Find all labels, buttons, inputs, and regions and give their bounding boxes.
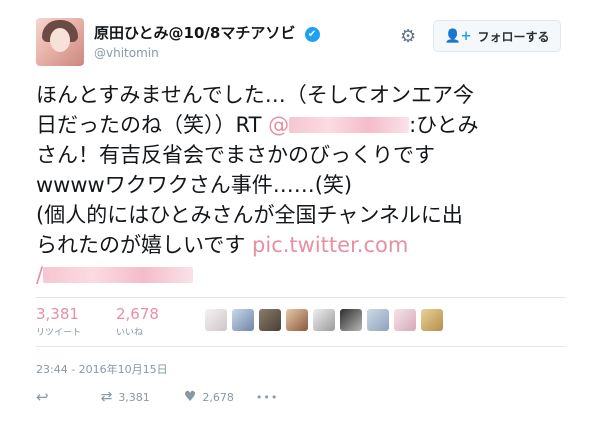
like-count: 2,678 xyxy=(116,305,159,323)
follow-button[interactable]: 👤+ フォローする xyxy=(433,20,561,52)
liker-avatar[interactable] xyxy=(340,309,362,331)
tweet-line-4: wwwwワクワクさん事件……(笑) xyxy=(36,173,353,197)
like-icon[interactable]: ♥ xyxy=(184,389,197,405)
avatar-face xyxy=(50,28,70,52)
tweet-line-5: (個人的にはひとみさんが全国チャンネルに出 xyxy=(36,203,463,227)
user-handle[interactable]: @vhitomin xyxy=(94,46,159,60)
mention-prefix: @ xyxy=(268,113,290,137)
pic-link-slash: / xyxy=(36,263,44,287)
liker-avatar[interactable] xyxy=(205,309,227,331)
pic-link-path[interactable]: / xyxy=(36,263,194,287)
like-label: いいね xyxy=(116,328,144,338)
divider-top xyxy=(36,297,566,298)
retweet-stat[interactable]: 3,381 リツイート xyxy=(36,305,81,338)
user-name-line[interactable]: 原田ひとみ@10/8マチアソビ ✔ xyxy=(94,22,320,43)
tweet-line-2a: 日だったのね（笑））RT xyxy=(36,113,269,137)
verified-icon: ✔ xyxy=(304,27,320,42)
liker-avatar[interactable] xyxy=(286,309,308,331)
action-bar: ↩ ⇄ 3,381 ♥ 2,678 ••• xyxy=(36,388,278,406)
display-name[interactable]: 原田ひとみ@10/8マチアソビ xyxy=(94,24,295,42)
mention-link[interactable]: @ xyxy=(268,113,410,137)
liker-avatar[interactable] xyxy=(394,309,416,331)
retweet-action-count: 3,381 xyxy=(118,390,150,404)
reply-icon[interactable]: ↩ xyxy=(36,388,49,406)
tweet-line-2b: :ひとみ xyxy=(409,113,479,137)
timestamp[interactable]: 23:44 - 2016年10月15日 xyxy=(36,361,168,377)
like-action-count: 2,678 xyxy=(202,390,234,404)
follow-label: フォローする xyxy=(477,29,550,44)
retweet-label: リツイート xyxy=(36,328,82,338)
pic-link-text: pic.twitter.com xyxy=(252,233,409,257)
retweet-icon[interactable]: ⇄ xyxy=(101,389,113,405)
avatar[interactable] xyxy=(36,18,84,66)
divider-bottom xyxy=(36,346,566,347)
liker-avatar[interactable] xyxy=(232,309,254,331)
tweet-text: ほんとすみませんでした…（そしてオンエア今 日だったのね（笑））RT @ :ひとみ… xyxy=(36,80,571,290)
tweet-line-6: られたのが嬉しいです xyxy=(36,233,253,257)
tweet-line-1: ほんとすみませんでした…（そしてオンエア今 xyxy=(36,83,475,107)
more-icon[interactable]: ••• xyxy=(256,391,278,404)
gear-icon[interactable]: ⚙ xyxy=(400,28,416,46)
blurred-mention xyxy=(289,117,410,133)
liker-avatar[interactable] xyxy=(259,309,281,331)
tweet-line-3: さん！有吉反省会でまさかのびっくりです xyxy=(36,143,435,167)
like-stat[interactable]: 2,678 いいね xyxy=(116,305,159,338)
add-user-icon: 👤+ xyxy=(444,28,472,44)
liker-avatars xyxy=(205,309,443,331)
liker-avatar[interactable] xyxy=(313,309,335,331)
retweet-count: 3,381 xyxy=(36,305,79,323)
liker-avatar[interactable] xyxy=(421,309,443,331)
pic-link[interactable]: pic.twitter.com xyxy=(252,233,408,257)
blurred-link-path xyxy=(43,267,194,283)
liker-avatar[interactable] xyxy=(367,309,389,331)
